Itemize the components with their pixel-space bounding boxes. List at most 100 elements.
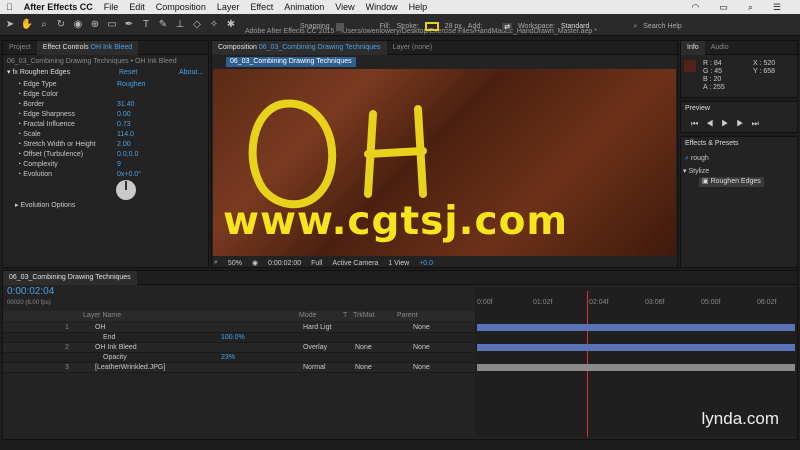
spotlight-icon[interactable]: ⌕: [748, 2, 753, 13]
effect-prop-row[interactable]: ◔ Fractal Influence 0.73: [17, 120, 207, 130]
tab-layer[interactable]: Layer (none): [387, 41, 439, 55]
timeline-layer-row[interactable]: End 100.0%: [3, 333, 475, 343]
layer-mode[interactable]: Hard Ligt: [303, 323, 331, 333]
pen-tool-icon[interactable]: ✒: [122, 18, 136, 32]
prop-value[interactable]: 0.0,0.0: [117, 150, 138, 160]
timeline-layer-row[interactable]: 1 OH Hard Ligt None: [3, 323, 475, 333]
snapping-label[interactable]: Snapping: [300, 23, 330, 30]
rotate-tool-icon[interactable]: ↻: [54, 18, 68, 32]
layer-bar-3[interactable]: [477, 364, 795, 371]
layer-mode[interactable]: Overlay: [303, 343, 327, 353]
menu-edit[interactable]: Edit: [129, 2, 145, 12]
effects-search[interactable]: ⌕ rough: [685, 154, 795, 164]
timeline-layer-row[interactable]: 2 OH Ink Bleed Overlay None None: [3, 343, 475, 353]
zoom-tool-icon[interactable]: ⌕: [37, 18, 51, 32]
prop-value[interactable]: 31.40: [117, 100, 135, 110]
prop-value[interactable]: Roughen: [117, 80, 145, 90]
reset-button[interactable]: Reset: [119, 68, 137, 78]
puppet-tool-icon[interactable]: ✱: [224, 18, 238, 32]
effect-prop-row[interactable]: ◔ Complexity 9: [17, 160, 207, 170]
camera-select[interactable]: Active Camera: [332, 260, 378, 267]
camera-tool-icon[interactable]: ◉: [71, 18, 85, 32]
layer-bar-2[interactable]: [477, 344, 795, 351]
effect-prop-row[interactable]: ◔ Edge Color: [17, 90, 207, 100]
pan-behind-tool-icon[interactable]: ⊕: [88, 18, 102, 32]
effect-prop-row[interactable]: ◔ Scale 114.0: [17, 130, 207, 140]
prop-value[interactable]: 9: [117, 160, 121, 170]
prop-value[interactable]: 0.73: [117, 120, 131, 130]
brush-tool-icon[interactable]: ✎: [156, 18, 170, 32]
layer-mode[interactable]: 23%: [221, 353, 235, 363]
timeline-layer-row[interactable]: Opacity 23%: [3, 353, 475, 363]
menu-view[interactable]: View: [335, 2, 354, 12]
prop-value[interactable]: 0.00: [117, 110, 131, 120]
tab-composition[interactable]: Composition 06_03_Combining Drawing Tech…: [212, 40, 387, 55]
comp-breadcrumb[interactable]: 06_03_Combining Drawing Techniques: [226, 57, 356, 67]
layer-mode[interactable]: 100.0%: [221, 333, 245, 343]
apple-icon[interactable]: : [6, 2, 13, 12]
app-menu[interactable]: After Effects CC: [24, 2, 93, 12]
menu-file[interactable]: File: [104, 2, 119, 12]
tab-project[interactable]: Project: [3, 41, 37, 55]
stroke-label[interactable]: Stroke:: [396, 23, 418, 30]
effect-prop-row[interactable]: ◔ Edge Sharpness 0.00: [17, 110, 207, 120]
effect-name[interactable]: Roughen Edges: [20, 69, 70, 76]
views-select[interactable]: 1 View: [388, 260, 409, 267]
timeline-layer-row[interactable]: 3 [LeatherWrinkled.JPG] Normal None None: [3, 363, 475, 373]
layer-name[interactable]: End: [103, 333, 115, 343]
list-icon[interactable]: ☰: [773, 2, 781, 13]
layer-name[interactable]: Opacity: [103, 353, 127, 363]
selection-tool-icon[interactable]: ➤: [3, 18, 17, 32]
effect-item-roughen[interactable]: ▣ Roughen Edges: [699, 177, 764, 187]
wifi-icon[interactable]: ◠: [692, 2, 700, 13]
evolution-options[interactable]: ▸ Evolution Options: [15, 201, 75, 211]
category-stylize[interactable]: ▾ Stylize: [683, 167, 709, 177]
layer-name[interactable]: OH: [95, 323, 106, 333]
menu-layer[interactable]: Layer: [217, 2, 240, 12]
effect-prop-row[interactable]: ◔ Offset (Turbulence) 0.0,0.0: [17, 150, 207, 160]
tab-audio[interactable]: Audio: [705, 41, 735, 55]
rectangle-tool-icon[interactable]: ▭: [105, 18, 119, 32]
menu-effect[interactable]: Effect: [250, 2, 273, 12]
layer-parent[interactable]: None: [413, 323, 430, 333]
layer-trkmat[interactable]: None: [355, 343, 372, 353]
camera-icon[interactable]: ◉: [252, 259, 258, 267]
workspace-toggle-icon[interactable]: ⇄: [502, 22, 513, 31]
add-label[interactable]: Add:: [468, 23, 482, 30]
layer-parent[interactable]: None: [413, 363, 430, 373]
stroke-width[interactable]: 28 px: [445, 23, 462, 30]
exposure-value[interactable]: +0.0: [419, 260, 433, 267]
hand-tool-icon[interactable]: ✋: [20, 18, 34, 32]
menu-animation[interactable]: Animation: [284, 2, 324, 12]
tab-timeline[interactable]: 06_03_Combining Drawing Techniques: [3, 270, 137, 285]
effect-prop-row[interactable]: ◔ Border 31.40: [17, 100, 207, 110]
layer-name[interactable]: OH Ink Bleed: [95, 343, 137, 353]
layer-bar-1[interactable]: [477, 324, 795, 331]
menu-help[interactable]: Help: [409, 2, 428, 12]
clone-tool-icon[interactable]: ⊥: [173, 18, 187, 32]
playback-controls[interactable]: ⏮◀▶▶⏭: [691, 119, 767, 129]
menu-window[interactable]: Window: [366, 2, 398, 12]
fill-label[interactable]: Fill:: [380, 23, 391, 30]
effect-prop-row[interactable]: ◔ Evolution 0x+0.0°: [17, 170, 207, 180]
effect-prop-row[interactable]: ◔ Stretch Width or Height 2.00: [17, 140, 207, 150]
layer-mode[interactable]: Normal: [303, 363, 326, 373]
effect-prop-row[interactable]: ◔ Edge Type Roughen: [17, 80, 207, 90]
resolution-select[interactable]: Full: [311, 260, 322, 267]
fx-icon[interactable]: ▾ fx: [7, 69, 18, 76]
type-tool-icon[interactable]: T: [139, 18, 153, 32]
search-help[interactable]: Search Help: [643, 23, 682, 30]
tab-effect-controls[interactable]: Effect Controls OH Ink Bleed: [36, 40, 139, 55]
time-ruler[interactable]: 0:00f 01:02f 02:04f 03:06f 05:00f 06:02f: [475, 299, 797, 309]
comp-viewer[interactable]: www.cgtsj.com: [213, 69, 676, 256]
stroke-color-swatch[interactable]: [424, 22, 439, 31]
layer-name[interactable]: [LeatherWrinkled.JPG]: [95, 363, 165, 373]
about-button[interactable]: About...: [179, 68, 203, 78]
eraser-tool-icon[interactable]: ◇: [190, 18, 204, 32]
battery-icon[interactable]: ▭: [719, 2, 728, 13]
menu-composition[interactable]: Composition: [156, 2, 206, 12]
workspace-select[interactable]: Standard: [561, 23, 589, 30]
search-icon[interactable]: ⌕: [633, 23, 637, 31]
zoom-select[interactable]: 50%: [228, 260, 242, 267]
layer-trkmat[interactable]: None: [355, 363, 372, 373]
